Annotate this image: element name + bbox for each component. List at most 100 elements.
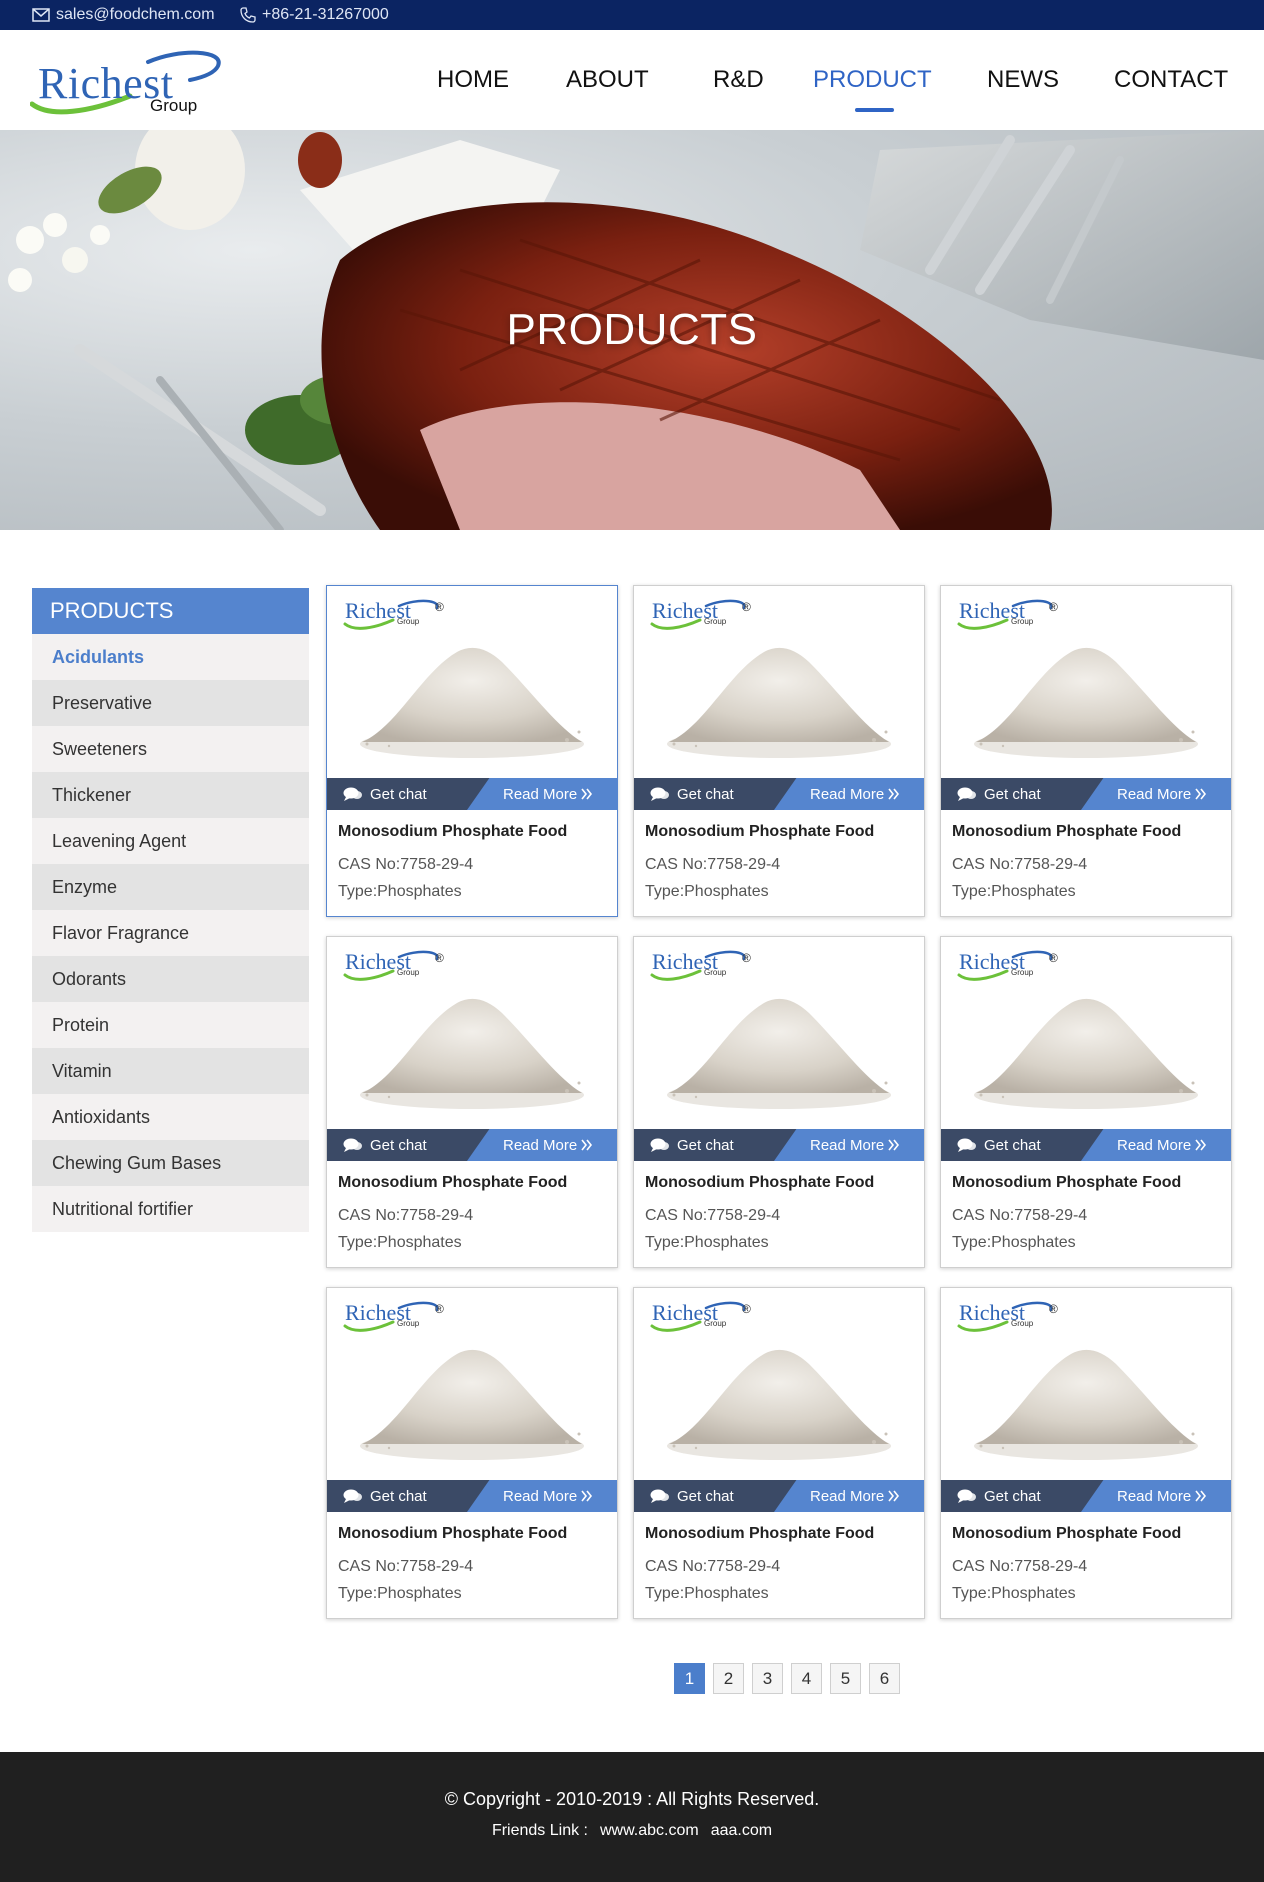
- page-button[interactable]: 6: [869, 1663, 900, 1694]
- double-chevron-right-icon: [888, 1139, 900, 1151]
- email-text: sales@foodchem.com: [56, 6, 215, 23]
- sidebar-item[interactable]: Odorants: [32, 956, 309, 1002]
- friends-link[interactable]: www.abc.com: [600, 1822, 699, 1839]
- page-button[interactable]: 4: [791, 1663, 822, 1694]
- page-button[interactable]: 2: [713, 1663, 744, 1694]
- powder-pile-icon: [667, 1349, 891, 1460]
- copyright-text: © Copyright - 2010-2019 : All Rights Res…: [444, 1789, 820, 1809]
- product-image[interactable]: Richest Group ®: [327, 1288, 617, 1480]
- product-title[interactable]: Monosodium Phosphate Food: [645, 1525, 874, 1543]
- product-title[interactable]: Monosodium Phosphate Food: [952, 1525, 1181, 1543]
- nav-product[interactable]: PRODUCT: [813, 66, 932, 94]
- product-image[interactable]: Richest Group ®: [634, 1288, 924, 1480]
- nav-rd[interactable]: R&D: [713, 66, 764, 94]
- product-title[interactable]: Monosodium Phosphate Food: [952, 1174, 1181, 1192]
- product-title[interactable]: Monosodium Phosphate Food: [338, 1174, 567, 1192]
- product-title[interactable]: Monosodium Phosphate Food: [952, 823, 1181, 841]
- sidebar-item[interactable]: Nutritional fortifier: [32, 1186, 309, 1232]
- read-more-button[interactable]: Read More: [810, 778, 900, 810]
- product-image[interactable]: Richest Group ®: [941, 1288, 1231, 1480]
- product-title[interactable]: Monosodium Phosphate Food: [645, 823, 874, 841]
- page-button[interactable]: 1: [674, 1663, 705, 1694]
- get-chat-button[interactable]: Get chat: [343, 1129, 427, 1161]
- product-card[interactable]: Richest Group ® Get chat Read More Monosodium…: [326, 1287, 618, 1619]
- registered-mark: ®: [742, 1302, 751, 1316]
- product-type: Type:Phosphates: [952, 883, 1076, 900]
- sidebar-item[interactable]: Antioxidants: [32, 1094, 309, 1140]
- product-title[interactable]: Monosodium Phosphate Food: [645, 1174, 874, 1192]
- get-chat-button[interactable]: Get chat: [343, 778, 427, 810]
- product-image[interactable]: Richest Group ®: [941, 937, 1231, 1129]
- get-chat-label: Get chat: [677, 785, 734, 803]
- product-image[interactable]: Richest Group ®: [634, 586, 924, 778]
- get-chat-label: Get chat: [677, 1136, 734, 1154]
- sidebar-item[interactable]: Chewing Gum Bases: [32, 1140, 309, 1186]
- nav-contact[interactable]: CONTACT: [1114, 66, 1228, 94]
- product-card[interactable]: Richest Group ® Get chat Read More Monosodium…: [940, 936, 1232, 1268]
- read-more-label: Read More: [810, 785, 885, 803]
- product-card[interactable]: Richest Group ® Get chat Read More Monosodium…: [633, 1287, 925, 1619]
- product-type: Type:Phosphates: [645, 1234, 769, 1251]
- read-more-button[interactable]: Read More: [1117, 1129, 1207, 1161]
- read-more-button[interactable]: Read More: [503, 1480, 593, 1512]
- product-image[interactable]: Richest Group ®: [634, 937, 924, 1129]
- product-card[interactable]: Richest Group ® Get chat Read More Monosodium…: [633, 585, 925, 917]
- sidebar-item[interactable]: Acidulants: [32, 634, 309, 680]
- get-chat-button[interactable]: Get chat: [650, 1480, 734, 1512]
- page-button[interactable]: 3: [752, 1663, 783, 1694]
- site-logo[interactable]: Richest Group: [30, 48, 230, 120]
- read-more-button[interactable]: Read More: [810, 1129, 900, 1161]
- product-cas: CAS No:7758-29-4: [338, 1207, 474, 1224]
- get-chat-button[interactable]: Get chat: [957, 1129, 1041, 1161]
- product-image[interactable]: Richest Group ®: [941, 586, 1231, 778]
- get-chat-button[interactable]: Get chat: [650, 778, 734, 810]
- chat-bubble-icon: [957, 787, 976, 801]
- sidebar-item[interactable]: Sweeteners: [32, 726, 309, 772]
- get-chat-button[interactable]: Get chat: [343, 1480, 427, 1512]
- sidebar-item[interactable]: Leavening Agent: [32, 818, 309, 864]
- read-more-button[interactable]: Read More: [503, 1129, 593, 1161]
- get-chat-button[interactable]: Get chat: [957, 778, 1041, 810]
- product-title[interactable]: Monosodium Phosphate Food: [338, 823, 567, 841]
- product-title[interactable]: Monosodium Phosphate Food: [338, 1525, 567, 1543]
- product-action-bar: Get chat Read More: [327, 1480, 617, 1512]
- double-chevron-right-icon: [1195, 1490, 1207, 1502]
- read-more-button[interactable]: Read More: [1117, 778, 1207, 810]
- nav-about[interactable]: ABOUT: [566, 66, 649, 94]
- powder-pile-icon: [360, 647, 584, 758]
- get-chat-label: Get chat: [984, 785, 1041, 803]
- powder-pile-icon: [360, 998, 584, 1109]
- registered-mark: ®: [1049, 951, 1058, 965]
- read-more-label: Read More: [1117, 1136, 1192, 1154]
- sidebar-item[interactable]: Flavor Fragrance: [32, 910, 309, 956]
- chat-bubble-icon: [650, 1138, 669, 1152]
- registered-mark: ®: [435, 600, 444, 614]
- product-card[interactable]: Richest Group ® Get chat Read More Monosodium…: [633, 936, 925, 1268]
- get-chat-button[interactable]: Get chat: [650, 1129, 734, 1161]
- sidebar-item[interactable]: Thickener: [32, 772, 309, 818]
- read-more-button[interactable]: Read More: [810, 1480, 900, 1512]
- sidebar-item[interactable]: Vitamin: [32, 1048, 309, 1094]
- product-image[interactable]: Richest Group ®: [327, 937, 617, 1129]
- sidebar-item[interactable]: Protein: [32, 1002, 309, 1048]
- product-cas: CAS No:7758-29-4: [952, 1207, 1088, 1224]
- category-sidebar: PRODUCTS Acidulants Preservative Sweetener…: [32, 588, 309, 1232]
- product-card[interactable]: Richest Group ® Get chat Read More Monosodium…: [940, 1287, 1232, 1619]
- sidebar-item[interactable]: Preservative: [32, 680, 309, 726]
- nav-news[interactable]: NEWS: [987, 66, 1059, 94]
- product-image[interactable]: Richest Group ®: [327, 586, 617, 778]
- read-more-button[interactable]: Read More: [503, 778, 593, 810]
- product-action-bar: Get chat Read More: [634, 778, 924, 810]
- page-button[interactable]: 5: [830, 1663, 861, 1694]
- phone-contact[interactable]: +86-21-31267000: [240, 0, 389, 30]
- get-chat-button[interactable]: Get chat: [957, 1480, 1041, 1512]
- product-card[interactable]: Richest Group ® Get chat Read More Monosodium…: [326, 585, 618, 917]
- email-contact[interactable]: sales@foodchem.com: [32, 0, 215, 30]
- product-card[interactable]: Richest Group ® Get chat Read More Monosodium…: [326, 936, 618, 1268]
- friends-link[interactable]: aaa.com: [711, 1822, 772, 1839]
- product-card[interactable]: Richest Group ® Get chat Read More Monosodium…: [940, 585, 1232, 917]
- read-more-button[interactable]: Read More: [1117, 1480, 1207, 1512]
- nav-home[interactable]: HOME: [437, 66, 509, 94]
- powder-pile-icon: [360, 1349, 584, 1460]
- sidebar-item[interactable]: Enzyme: [32, 864, 309, 910]
